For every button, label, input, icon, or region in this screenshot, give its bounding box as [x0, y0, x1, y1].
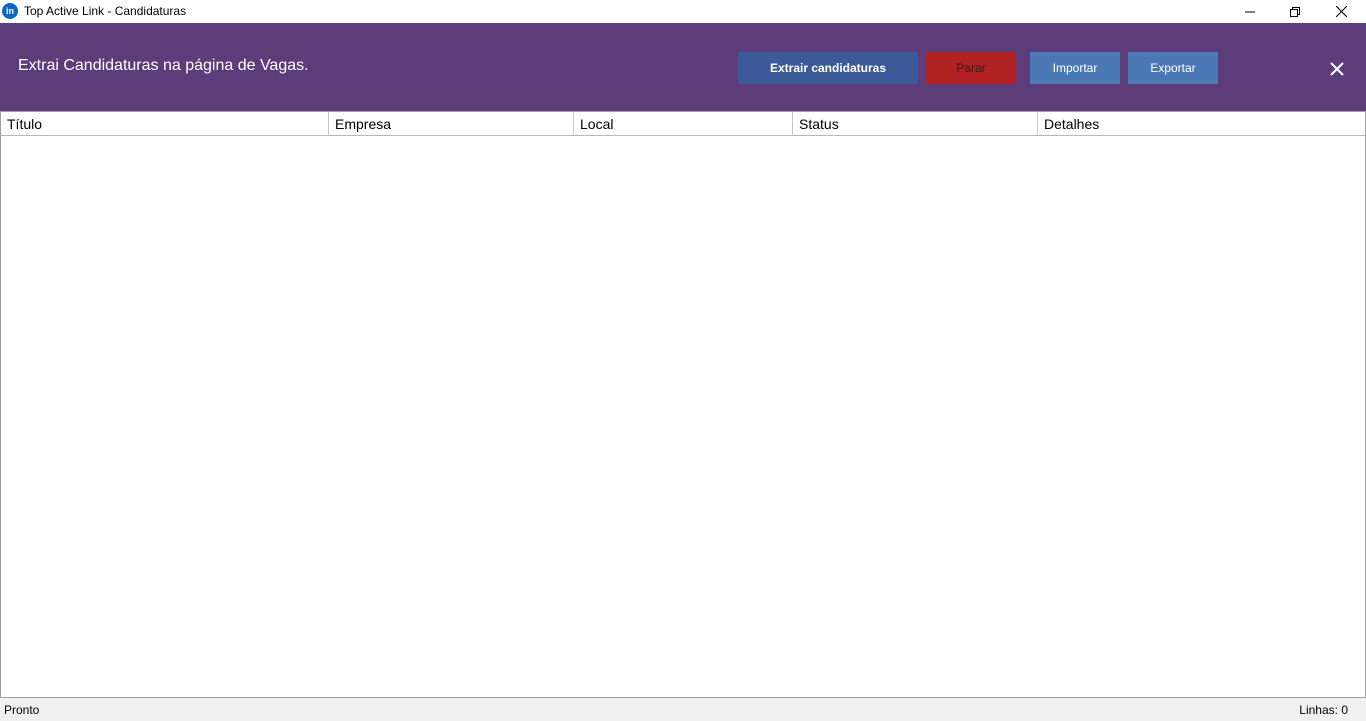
window-title: Top Active Link - Candidaturas [24, 4, 187, 18]
row-count: Linhas: 0 [1299, 703, 1348, 717]
status-text: Pronto [4, 703, 40, 717]
linkedin-icon: in [2, 3, 18, 19]
minimize-icon [1245, 11, 1255, 12]
column-header-title[interactable]: Título [1, 112, 329, 135]
close-icon [1335, 6, 1347, 17]
status-bar: Pronto Linhas: 0 [0, 698, 1366, 721]
restore-button[interactable] [1272, 0, 1318, 23]
restore-icon [1290, 6, 1300, 17]
close-icon [1330, 62, 1344, 76]
column-header-status[interactable]: Status [793, 112, 1038, 135]
export-button[interactable]: Exportar [1128, 52, 1218, 84]
column-header-company[interactable]: Empresa [329, 112, 574, 135]
close-window-button[interactable] [1318, 0, 1364, 23]
title-bar: in Top Active Link - Candidaturas [0, 0, 1366, 23]
table-header: Título Empresa Local Status Detalhes [1, 112, 1365, 136]
column-header-location[interactable]: Local [574, 112, 793, 135]
applications-table[interactable]: Título Empresa Local Status Detalhes [0, 111, 1366, 698]
header-description: Extrai Candidaturas na página de Vagas. [18, 57, 309, 74]
minimize-button[interactable] [1227, 0, 1273, 23]
column-header-details[interactable]: Detalhes [1038, 112, 1365, 135]
stop-button[interactable]: Parar [926, 52, 1016, 84]
action-header: Extrai Candidaturas na página de Vagas. … [0, 23, 1366, 111]
import-button[interactable]: Importar [1030, 52, 1120, 84]
close-panel-button[interactable] [1326, 58, 1348, 80]
extract-applications-button[interactable]: Extrair candidaturas [738, 52, 918, 84]
